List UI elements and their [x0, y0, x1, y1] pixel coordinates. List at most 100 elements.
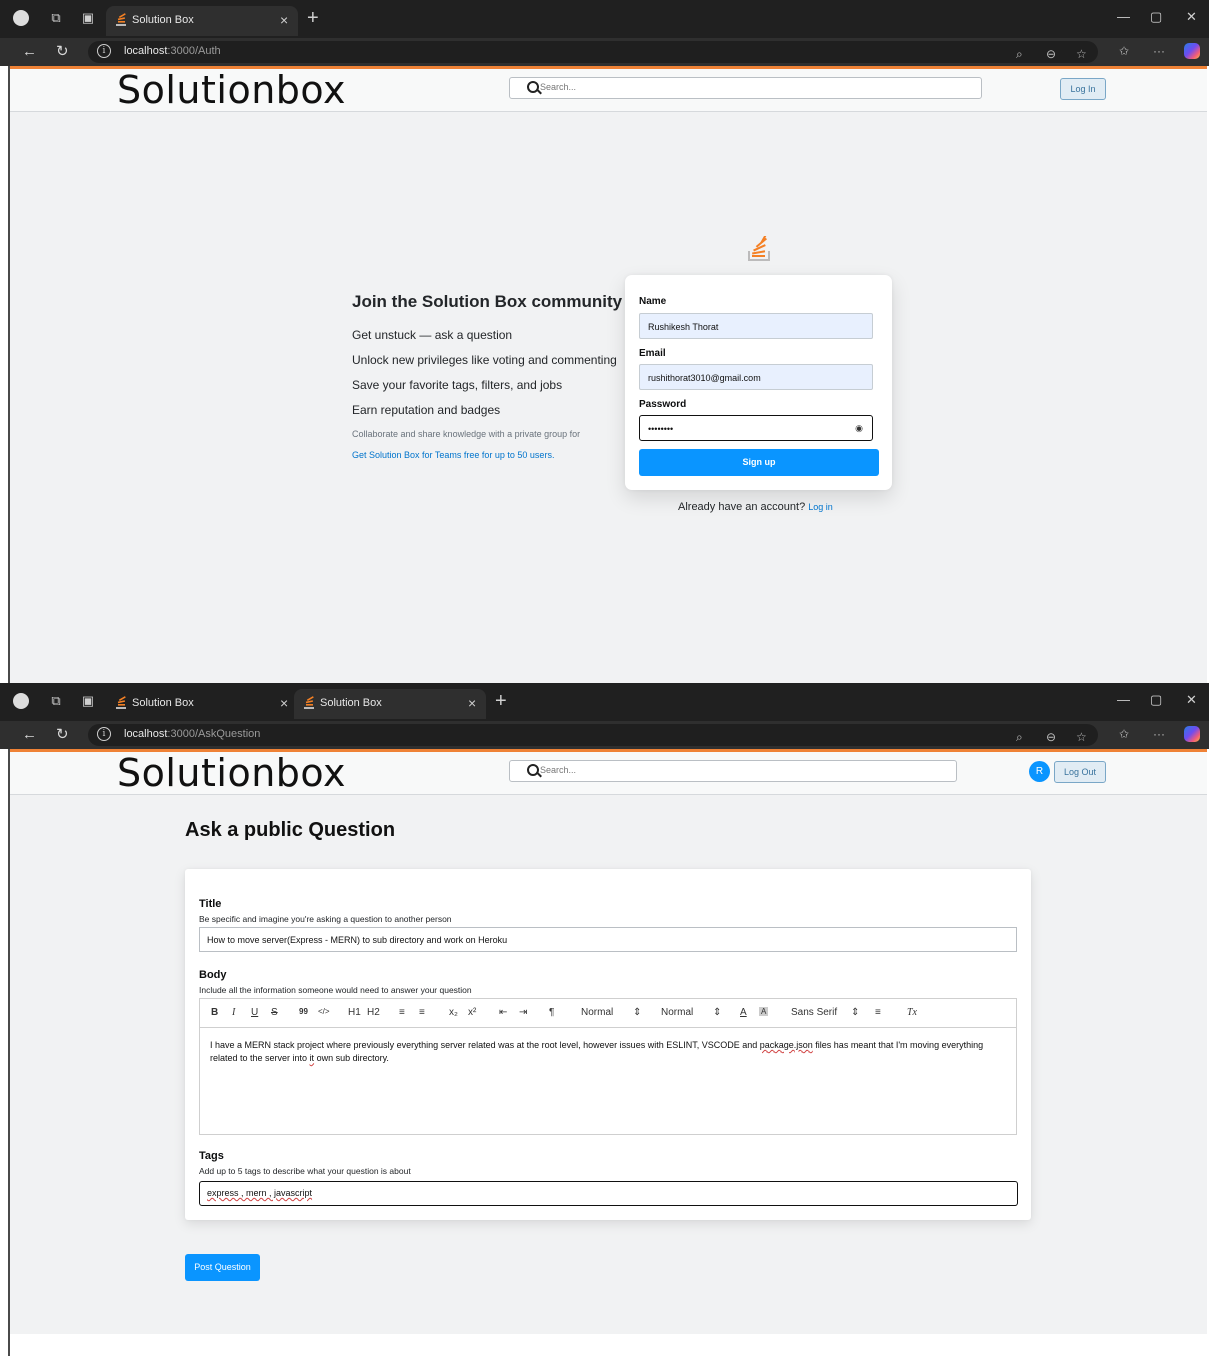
tags-field[interactable]: express , mern , javascript [199, 1181, 1018, 1206]
browser-window-auth: ⧉ ▣ Solution Box × + — ▢ ✕ ← ↻ i localho… [0, 0, 1209, 683]
password-field[interactable]: •••••••• ◉ [639, 415, 873, 441]
new-tab-button[interactable]: + [495, 689, 507, 713]
maximize-icon[interactable]: ▢ [1150, 692, 1162, 708]
close-window-icon[interactable]: ✕ [1186, 692, 1197, 708]
name-label: Name [639, 296, 667, 307]
site-info-icon[interactable]: i [97, 44, 111, 58]
favorite-star-icon[interactable]: ☆ [1076, 730, 1087, 744]
body-help: Include all the information someone woul… [199, 985, 472, 995]
site-info-icon[interactable]: i [97, 727, 111, 741]
window-border [8, 749, 10, 1356]
post-question-button[interactable]: Post Question [185, 1254, 260, 1281]
join-item: Unlock new privileges like voting and co… [352, 353, 617, 367]
search-input[interactable] [538, 81, 842, 93]
search-input[interactable] [538, 764, 842, 776]
ordered-list-button[interactable]: ≡ [399, 1007, 405, 1018]
tab-actions-icon[interactable]: ▣ [80, 10, 96, 26]
address-bar: ← ↻ i localhost:3000/Auth ⌕ ⊖ ☆ ✩ ··· [0, 38, 1209, 66]
signup-button[interactable]: Sign up [639, 449, 879, 476]
email-field[interactable]: rushithorat3010@gmail.com [639, 364, 873, 390]
close-tab-icon[interactable]: × [280, 695, 288, 711]
login-button[interactable]: Log In [1060, 78, 1106, 100]
superscript-button[interactable]: x² [468, 1007, 476, 1018]
h2-button[interactable]: H2 [367, 1007, 380, 1018]
stackoverflow-logo-icon [748, 236, 770, 261]
url-field[interactable]: i localhost:3000/AskQuestion ⌕ ⊖ ☆ [88, 724, 1098, 746]
workspaces-icon[interactable]: ⧉ [48, 10, 64, 26]
clear-format-button[interactable]: Tx [907, 1007, 917, 1018]
text-direction-button[interactable]: ¶ [549, 1007, 554, 1018]
h1-button[interactable]: H1 [348, 1007, 361, 1018]
stackoverflow-favicon-icon [116, 696, 126, 709]
search-box[interactable] [509, 77, 982, 99]
indent-button[interactable]: ⇥ [519, 1007, 527, 1018]
underline-button[interactable]: U [251, 1007, 258, 1018]
password-value: •••••••• [648, 424, 674, 434]
url-text: localhost:3000/AskQuestion [124, 728, 261, 740]
read-aloud-icon[interactable]: ⌕ [1016, 730, 1023, 745]
copilot-icon[interactable] [1184, 43, 1200, 59]
workspaces-icon[interactable]: ⧉ [48, 693, 64, 709]
header-size-select[interactable]: Normal ⇕ [581, 1007, 641, 1018]
refresh-icon[interactable]: ↻ [56, 726, 69, 744]
tags-label: Tags [199, 1150, 224, 1162]
favorites-icon[interactable]: ✩ [1119, 727, 1129, 741]
zoom-icon[interactable]: ⊖ [1046, 730, 1056, 744]
font-family-select[interactable]: Sans Serif ⇕ [791, 1007, 859, 1018]
back-icon[interactable]: ← [22, 726, 37, 744]
search-box[interactable] [509, 760, 957, 782]
minimize-icon[interactable]: — [1117, 692, 1130, 707]
tab-actions-icon[interactable]: ▣ [80, 693, 96, 709]
profile-avatar-icon[interactable] [13, 693, 29, 709]
bullet-list-button[interactable]: ≡ [419, 1007, 425, 1018]
copilot-icon[interactable] [1184, 726, 1200, 742]
minimize-icon[interactable]: — [1117, 9, 1130, 24]
font-size-select[interactable]: Normal ⇕ [661, 1007, 721, 1018]
more-menu-icon[interactable]: ··· [1153, 44, 1165, 58]
tab-solution-box-active[interactable]: Solution Box × [294, 689, 486, 719]
tab-solution-box[interactable]: Solution Box × [106, 689, 298, 719]
background-color-button[interactable]: A [759, 1007, 769, 1016]
maximize-icon[interactable]: ▢ [1150, 9, 1162, 25]
user-avatar[interactable]: R [1029, 761, 1050, 782]
favorite-star-icon[interactable]: ☆ [1076, 47, 1087, 61]
tab-solution-box[interactable]: Solution Box × [106, 6, 298, 36]
editor-content[interactable]: I have a MERN stack project where previo… [210, 1039, 1006, 1065]
profile-avatar-icon[interactable] [13, 10, 29, 26]
tags-help: Add up to 5 tags to describe what your q… [199, 1166, 411, 1176]
read-aloud-icon[interactable]: ⌕ [1016, 47, 1023, 62]
join-item: Get unstuck — ask a question [352, 328, 513, 342]
subscript-button[interactable]: x₂ [449, 1007, 458, 1018]
italic-button[interactable]: I [232, 1007, 235, 1018]
favorites-icon[interactable]: ✩ [1119, 44, 1129, 58]
back-icon[interactable]: ← [22, 43, 37, 61]
close-tab-icon[interactable]: × [280, 12, 288, 28]
align-button[interactable]: ≡ [875, 1007, 881, 1018]
join-item: Earn reputation and badges [352, 403, 501, 417]
title-field[interactable]: How to move server(Express - MERN) to su… [199, 927, 1017, 952]
teams-link[interactable]: Get Solution Box for Teams free for up t… [352, 450, 554, 460]
blockquote-button[interactable]: 99 [299, 1007, 308, 1016]
title-help: Be specific and imagine you're asking a … [199, 914, 452, 924]
zoom-icon[interactable]: ⊖ [1046, 47, 1056, 61]
site-logo[interactable]: Solutionbox [117, 68, 346, 112]
rich-text-editor[interactable]: B I U S 99 </> H1 H2 ≡ ≡ x₂ x² ⇤ ⇥ ¶ Nor… [199, 998, 1017, 1135]
url-field[interactable]: i localhost:3000/Auth ⌕ ⊖ ☆ [88, 41, 1098, 63]
show-password-eye-icon[interactable]: ◉ [855, 423, 863, 434]
site-logo[interactable]: Solutionbox [117, 751, 346, 795]
select-arrow-icon: ⇕ [851, 1007, 860, 1018]
outdent-button[interactable]: ⇤ [499, 1007, 507, 1018]
logout-button[interactable]: Log Out [1054, 761, 1106, 783]
email-label: Email [639, 348, 666, 359]
close-window-icon[interactable]: ✕ [1186, 9, 1197, 25]
bold-button[interactable]: B [211, 1007, 218, 1018]
close-tab-icon[interactable]: × [468, 695, 476, 711]
new-tab-button[interactable]: + [307, 6, 319, 30]
name-field[interactable]: Rushikesh Thorat [639, 313, 873, 339]
text-color-button[interactable]: A [740, 1007, 747, 1018]
refresh-icon[interactable]: ↻ [56, 43, 69, 61]
code-button[interactable]: </> [318, 1007, 330, 1016]
more-menu-icon[interactable]: ··· [1153, 727, 1165, 741]
strike-button[interactable]: S [271, 1007, 278, 1018]
login-link[interactable]: Log in [808, 502, 833, 512]
